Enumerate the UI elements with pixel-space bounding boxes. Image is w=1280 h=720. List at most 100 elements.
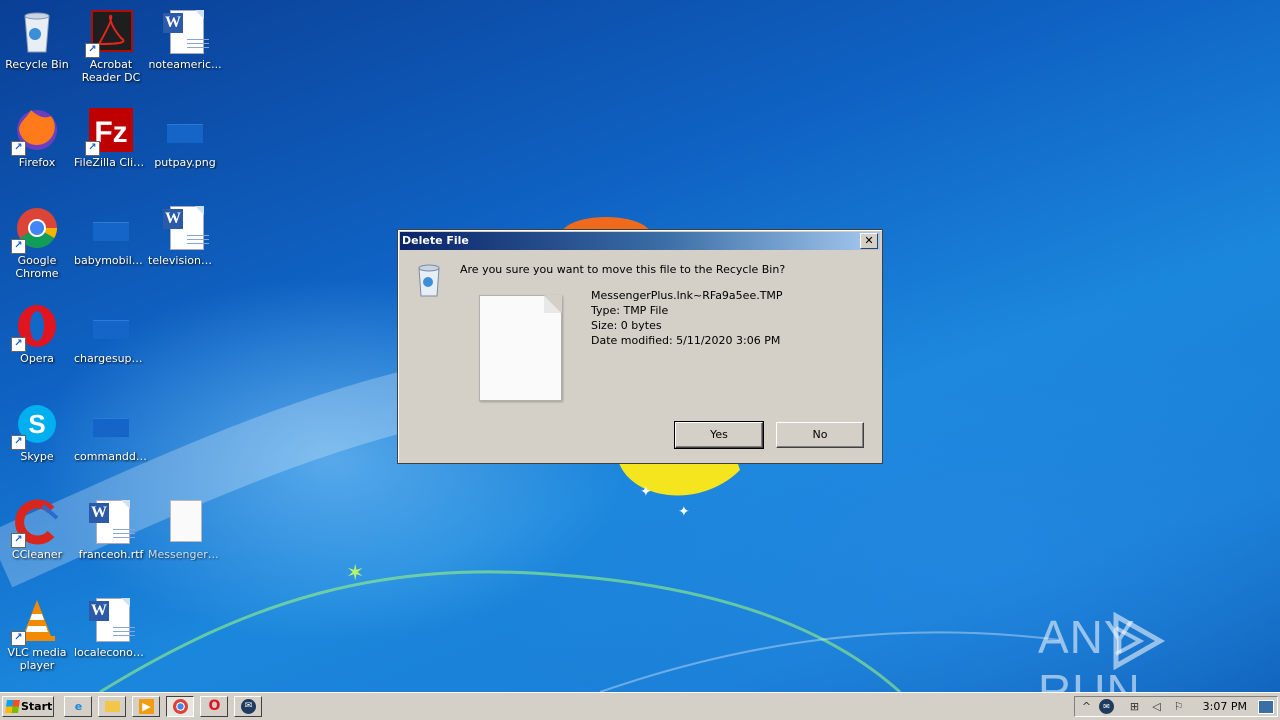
vlc-cone-icon: ↗ bbox=[11, 596, 61, 646]
system-clock[interactable]: 3:07 PM bbox=[1203, 700, 1247, 713]
acrobat-icon: ↗ bbox=[85, 8, 135, 58]
start-label: Start bbox=[21, 700, 53, 713]
desktop-icon-commanddi[interactable]: commanddi... bbox=[74, 400, 148, 463]
svg-text:✶: ✶ bbox=[346, 561, 364, 586]
desktop-icon-label: Opera bbox=[20, 352, 54, 365]
shortcut-arrow-icon: ↗ bbox=[11, 141, 26, 156]
blank-file-icon bbox=[161, 106, 209, 154]
desktop-icon-label: commanddi... bbox=[74, 450, 148, 463]
shortcut-arrow-icon: ↗ bbox=[11, 337, 26, 352]
desktop-icon-messengerp[interactable]: MessengerP... bbox=[148, 498, 222, 561]
file-type: Type: TMP File bbox=[591, 304, 669, 317]
desktop-icon-skype[interactable]: S ↗ Skype bbox=[0, 400, 74, 463]
desktop-icon-label: localeconom... bbox=[74, 646, 148, 659]
svg-text:S: S bbox=[28, 409, 45, 439]
desktop-icon-label: Skype bbox=[20, 450, 54, 463]
desktop-icon-franceoh[interactable]: W franceoh.rtf bbox=[74, 498, 148, 561]
tmp-file-icon bbox=[161, 498, 209, 546]
desktop-icon-ccleaner[interactable]: ↗ CCleaner bbox=[0, 498, 74, 561]
desktop-icon-label: noteameric... bbox=[148, 58, 222, 71]
action-center-flag-icon[interactable]: ⚐ bbox=[1171, 699, 1186, 714]
desktop-icon-acrobat-reader[interactable]: ↗ Acrobat Reader DC bbox=[74, 8, 148, 84]
desktop-icon-firefox[interactable]: ↗ Firefox bbox=[0, 106, 74, 169]
desktop-icon-label: Firefox bbox=[18, 156, 56, 169]
desktop-icon-vlc[interactable]: ↗ VLC media player bbox=[0, 596, 74, 672]
no-button[interactable]: No bbox=[776, 422, 864, 448]
svg-text:✦: ✦ bbox=[678, 504, 690, 520]
yes-button[interactable]: Yes bbox=[674, 421, 764, 449]
word-document-icon: W bbox=[161, 204, 209, 252]
desktop-icon-televisionm[interactable]: W televisionm... bbox=[148, 204, 222, 267]
desktop-icon-label: babymobile.... bbox=[74, 254, 148, 267]
ccleaner-icon: ↗ bbox=[11, 498, 61, 548]
folder-icon bbox=[105, 701, 120, 712]
system-tray: ^ ✉ ⊞ ◁ ⚐ 3:07 PM bbox=[1074, 696, 1278, 717]
chrome-icon bbox=[173, 699, 188, 714]
word-document-icon: W bbox=[87, 596, 135, 644]
anyrun-play-icon bbox=[1113, 612, 1166, 670]
desktop-icon-label: chargesupe... bbox=[74, 352, 148, 365]
desktop-icon-recycle-bin[interactable]: Recycle Bin bbox=[0, 8, 74, 71]
desktop-icon-opera[interactable]: ↗ Opera bbox=[0, 302, 74, 365]
network-icon[interactable]: ⊞ bbox=[1127, 699, 1142, 714]
word-document-icon: W bbox=[87, 498, 135, 546]
shortcut-arrow-icon: ↗ bbox=[11, 631, 26, 646]
blank-file-icon bbox=[87, 400, 135, 448]
taskbar-explorer[interactable] bbox=[98, 696, 126, 717]
media-player-icon: ▶ bbox=[139, 699, 154, 714]
svg-text:✦: ✦ bbox=[640, 484, 652, 500]
taskbar-messenger[interactable]: ✉ bbox=[234, 696, 262, 717]
tray-expand-icon[interactable]: ^ bbox=[1079, 699, 1094, 714]
desktop-icon-label: CCleaner bbox=[11, 548, 63, 561]
file-size: Size: 0 bytes bbox=[591, 319, 662, 332]
desktop-icon-chargesupe[interactable]: chargesupe... bbox=[74, 302, 148, 365]
taskbar-chrome[interactable] bbox=[166, 696, 194, 717]
taskbar: Start e ▶ O ✉ ^ ✉ ⊞ ◁ ⚐ 3:07 PM bbox=[0, 692, 1280, 720]
close-icon: ✕ bbox=[864, 234, 874, 247]
desktop-icon-label: putpay.png bbox=[154, 156, 216, 169]
delete-file-dialog: Delete File ✕ Are you sure you want to m… bbox=[397, 229, 883, 464]
start-button[interactable]: Start bbox=[2, 696, 54, 717]
desktop-icon-noteameric[interactable]: W noteameric... bbox=[148, 8, 222, 71]
volume-icon[interactable]: ◁ bbox=[1149, 699, 1164, 714]
desktop-icon-google-chrome[interactable]: ↗ Google Chrome bbox=[0, 204, 74, 280]
blank-file-icon bbox=[87, 302, 135, 350]
messenger-tray-icon[interactable]: ✉ bbox=[1099, 699, 1114, 714]
firefox-icon: ↗ bbox=[11, 106, 61, 156]
word-document-icon: W bbox=[161, 8, 209, 56]
shortcut-arrow-icon: ↗ bbox=[11, 533, 26, 548]
desktop-icon-label: franceoh.rtf bbox=[78, 548, 144, 561]
opera-icon: ↗ bbox=[11, 302, 61, 352]
desktop-icon-label: MessengerP... bbox=[148, 548, 222, 561]
confirm-question: Are you sure you want to move this file … bbox=[460, 263, 786, 276]
filezilla-icon: Fz ↗ bbox=[85, 106, 135, 156]
skype-icon: S ↗ bbox=[11, 400, 61, 450]
shortcut-arrow-icon: ↗ bbox=[85, 43, 100, 58]
recycle-bin-icon bbox=[418, 264, 440, 297]
desktop-icon-label: FileZilla Client bbox=[74, 156, 148, 169]
file-date-modified: Date modified: 5/11/2020 3:06 PM bbox=[591, 334, 781, 347]
desktop-icon-filezilla[interactable]: Fz ↗ FileZilla Client bbox=[74, 106, 148, 169]
shortcut-arrow-icon: ↗ bbox=[11, 239, 26, 254]
desktop-icon-label: televisionm... bbox=[148, 254, 222, 267]
desktop-icon-label: VLC media player bbox=[7, 646, 67, 672]
desktop-icon-putpay[interactable]: putpay.png bbox=[148, 106, 222, 169]
chrome-icon: ↗ bbox=[11, 204, 61, 254]
dialog-titlebar[interactable]: Delete File ✕ bbox=[400, 232, 880, 250]
shortcut-arrow-icon: ↗ bbox=[85, 141, 100, 156]
file-preview-icon bbox=[479, 295, 562, 401]
desktop-icon-babymobile[interactable]: babymobile.... bbox=[74, 204, 148, 267]
show-desktop-icon[interactable] bbox=[1258, 700, 1274, 714]
opera-icon: O bbox=[208, 698, 221, 714]
taskbar-media-player[interactable]: ▶ bbox=[132, 696, 160, 717]
windows-logo-icon bbox=[5, 700, 20, 713]
desktop-icon-localeconom[interactable]: W localeconom... bbox=[74, 596, 148, 659]
close-button[interactable]: ✕ bbox=[860, 233, 878, 249]
taskbar-opera[interactable]: O bbox=[200, 696, 228, 717]
desktop-icon-label: Google Chrome bbox=[15, 254, 59, 280]
messenger-icon: ✉ bbox=[241, 699, 256, 714]
desktop: ✦ ✦ ✶ Recycle Bin ↗ Firefox ↗ Google Chr… bbox=[0, 0, 1280, 717]
taskbar-internet-explorer[interactable]: e bbox=[64, 696, 92, 717]
shortcut-arrow-icon: ↗ bbox=[11, 435, 26, 450]
desktop-icon-label: Acrobat Reader DC bbox=[81, 58, 141, 84]
